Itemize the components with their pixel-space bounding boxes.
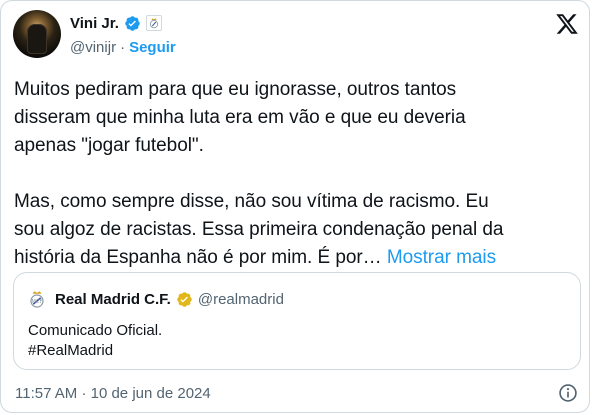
avatar[interactable] (13, 10, 61, 58)
author-handle-row: @vinijr · Seguir (70, 37, 176, 57)
svg-text:MCF: MCF (32, 299, 43, 305)
real-madrid-crest-icon: MCF (30, 291, 44, 308)
quoted-tweet[interactable]: MCF Real Madrid C.F. @realmadrid Comunic… (13, 272, 581, 370)
x-logo-icon[interactable] (555, 12, 579, 36)
info-icon[interactable] (558, 383, 578, 403)
separator-dot: · (120, 38, 126, 56)
tweet-body: Muitos pediram para que eu ignorasse, ou… (14, 79, 504, 268)
follow-button[interactable]: Seguir (129, 39, 176, 56)
footer-separator: · (81, 385, 87, 402)
quoted-hashtag[interactable]: #RealMadrid (28, 341, 162, 361)
show-more-link[interactable]: Mostrar mais (387, 247, 496, 268)
tweet-time: 11:57 AM (15, 385, 78, 402)
quoted-tweet-text: Comunicado Oficial. #RealMadrid (28, 321, 162, 361)
tweet-card: Vini Jr. @vinijr · Seguir Muitos pediram… (0, 0, 590, 413)
avatar-figure (27, 24, 47, 54)
real-madrid-crest-icon (145, 15, 162, 31)
tweet-text: Muitos pediram para que eu ignorasse, ou… (14, 76, 584, 272)
author-display-name[interactable]: Vini Jr. (70, 15, 119, 32)
verified-badge-icon (125, 15, 140, 31)
tweet-timestamp[interactable]: 11:57 AM · 10 de jun de 2024 (15, 385, 211, 402)
quoted-line-1: Comunicado Oficial. (28, 322, 163, 339)
author-handle[interactable]: @vinijr (70, 39, 116, 56)
author-name-row: Vini Jr. (70, 13, 162, 33)
quoted-handle[interactable]: @realmadrid (198, 291, 284, 308)
gold-verified-badge-icon (177, 291, 192, 307)
quoted-tweet-header: MCF Real Madrid C.F. @realmadrid (28, 289, 284, 309)
tweet-date: 10 de jun de 2024 (90, 385, 211, 402)
quoted-display-name[interactable]: Real Madrid C.F. (55, 291, 171, 308)
